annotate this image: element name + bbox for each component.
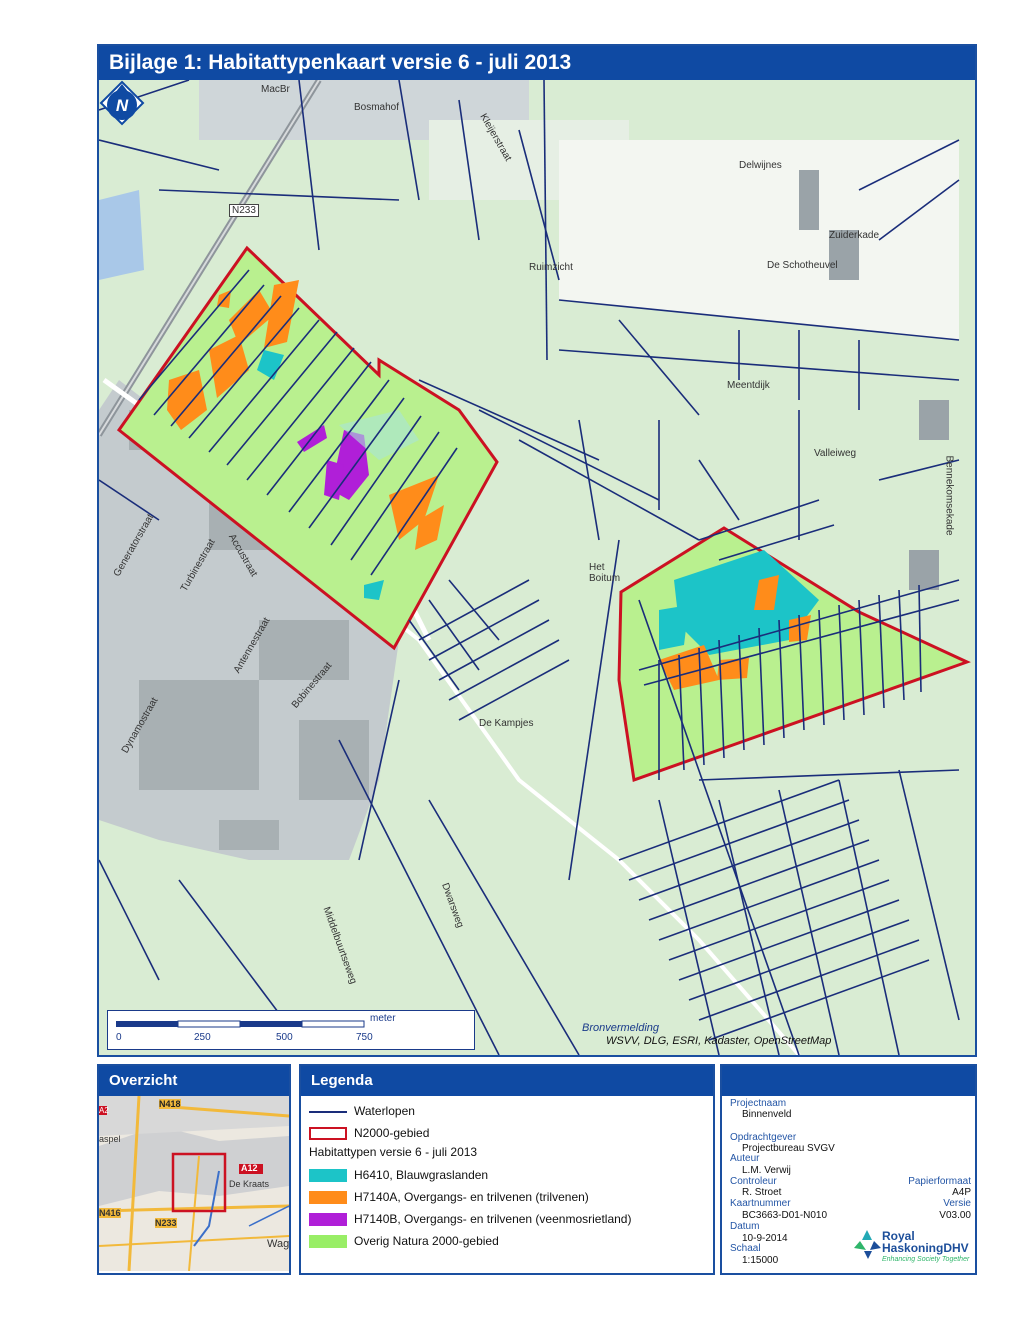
- info-body: Projectnaam Binnenveld Opdrachtgever Pro…: [722, 1096, 975, 1271]
- overview-heading: Overzicht: [99, 1066, 289, 1096]
- scalebar-tick: 0: [116, 1032, 122, 1043]
- versie-value: V03.00: [939, 1210, 971, 1221]
- overview-label-n416: N416: [99, 1208, 121, 1218]
- legend-label: H7140A, Overgangs- en trilvenen (trilven…: [354, 1190, 589, 1204]
- info-heading: [722, 1066, 975, 1096]
- royal-haskoningdhv-logo: Royal HaskoningDHV Enhancing Society Tog…: [852, 1226, 974, 1270]
- scalebar-tick: 750: [356, 1032, 373, 1043]
- label-zuiderkade: Zuiderkade: [829, 230, 880, 241]
- overview-label-n233: N233: [155, 1218, 177, 1228]
- projectnaam-label: Projectnaam: [730, 1098, 787, 1109]
- legend-body: Waterlopen N2000-gebied Habitattypen ver…: [301, 1096, 713, 1271]
- source-heading: Bronvermelding: [582, 1022, 660, 1034]
- logo-line2: HaskoningDHV: [882, 1241, 969, 1255]
- legend-heading: Legenda: [301, 1066, 713, 1096]
- waterlopen-swatch: [309, 1110, 347, 1113]
- source-text: WSVV, DLG, ESRI, Kadaster, OpenStreetMap: [606, 1035, 832, 1047]
- overview-map[interactable]: N418 A2 aspel A12 De Kraats N416 N233 Wa…: [99, 1096, 289, 1271]
- legend-habitat-header: Habitattypen versie 6 - juli 2013: [309, 1145, 478, 1159]
- datum-label: Datum: [730, 1221, 760, 1232]
- auteur-label: Auteur: [730, 1153, 760, 1164]
- legend-item-h7140a: H7140A, Overgangs- en trilvenen (trilven…: [309, 1188, 589, 1206]
- north-arrow-icon: N: [99, 80, 145, 126]
- legend-label: Overig Natura 2000-gebied: [354, 1234, 499, 1248]
- legend-label: Waterlopen: [354, 1104, 415, 1118]
- legend-label: N2000-gebied: [354, 1126, 430, 1140]
- overview-label-wag: Wag: [267, 1238, 289, 1250]
- natura-swatch: [309, 1235, 347, 1249]
- schaal-value: 1:15000: [742, 1255, 779, 1266]
- label-macbr: MacBr: [261, 84, 290, 95]
- scalebar: meter 0 250 500 750: [107, 1010, 475, 1050]
- legend-item-h6410: H6410, Blauwgraslanden: [309, 1166, 488, 1184]
- label-valleiweg: Valleiweg: [814, 448, 857, 459]
- label-het-boitum: Het Boitum: [589, 562, 621, 584]
- overview-panel: Overzicht N418 A2 aspel A12 De Kraats N4…: [97, 1064, 291, 1275]
- legend-item-natura: Overig Natura 2000-gebied: [309, 1232, 499, 1250]
- map-graphics: [99, 80, 975, 1055]
- auteur-value: L.M. Verwij: [742, 1165, 791, 1176]
- label-de-schotheuvel: De Schotheuvel: [767, 260, 838, 271]
- kaartnummer-value: BC3663-D01-N010: [742, 1210, 828, 1221]
- versie-label: Versie: [943, 1198, 971, 1209]
- controleur-label: Controleur: [730, 1176, 777, 1187]
- legend-item-waterlopen: Waterlopen: [309, 1102, 415, 1120]
- opdrachtgever-label: Opdrachtgever: [730, 1132, 797, 1143]
- n2000-swatch: [309, 1127, 347, 1141]
- schaal-label: Schaal: [730, 1243, 761, 1254]
- scalebar-tick: 250: [194, 1032, 211, 1043]
- label-delwijnes: Delwijnes: [739, 160, 782, 171]
- overview-label-aspel: aspel: [99, 1134, 121, 1144]
- scalebar-tick: 500: [276, 1032, 293, 1043]
- map-title: Bijlage 1: Habitattypenkaart versie 6 - …: [99, 46, 975, 80]
- overview-label-de-kraats: De Kraats: [229, 1179, 270, 1189]
- label-bosmahof: Bosmahof: [354, 102, 400, 113]
- label-bennekomsekade: Bennekomsekade: [943, 455, 955, 536]
- overview-label-a2: A2: [99, 1106, 109, 1115]
- north-arrow-letter: N: [116, 96, 129, 115]
- logo-mark-icon: [854, 1230, 881, 1259]
- label-de-kampjes: De Kampjes: [479, 718, 534, 729]
- map-frame: Bijlage 1: Habitattypenkaart versie 6 - …: [97, 44, 977, 1057]
- logo-tagline: Enhancing Society Together: [882, 1256, 970, 1263]
- h7140b-swatch: [309, 1213, 347, 1227]
- papierformaat-value: A4P: [952, 1187, 971, 1198]
- legend-label: H6410, Blauwgraslanden: [354, 1168, 489, 1182]
- legend-panel: Legenda Waterlopen N2000-gebied Habitatt…: [299, 1064, 715, 1275]
- legend-item-h7140b: H7140B, Overgangs- en trilvenen (veenmos…: [309, 1210, 631, 1228]
- h6410-swatch: [309, 1169, 347, 1183]
- projectnaam-value: Binnenveld: [742, 1109, 792, 1120]
- scalebar-unit: meter: [370, 1013, 396, 1024]
- legend-label: H7140B, Overgangs- en trilvenen (veenmos…: [354, 1212, 632, 1226]
- overview-label-n418: N418: [159, 1099, 181, 1109]
- controleur-value: R. Stroet: [742, 1187, 782, 1198]
- label-n233: N233: [229, 204, 259, 217]
- kaartnummer-label: Kaartnummer: [730, 1198, 791, 1209]
- label-ruimzicht: Ruimzicht: [529, 262, 573, 273]
- h7140a-swatch: [309, 1191, 347, 1205]
- map-canvas[interactable]: N MacBr Bosmahof Kleijerstraat Delwijnes…: [99, 80, 975, 1055]
- papierformaat-label: Papierformaat: [908, 1176, 971, 1187]
- legend-item-n2000: N2000-gebied: [309, 1124, 429, 1142]
- label-meentdijk: Meentdijk: [727, 380, 770, 391]
- info-panel: Projectnaam Binnenveld Opdrachtgever Pro…: [720, 1064, 977, 1275]
- overview-label-a12: A12: [241, 1163, 258, 1173]
